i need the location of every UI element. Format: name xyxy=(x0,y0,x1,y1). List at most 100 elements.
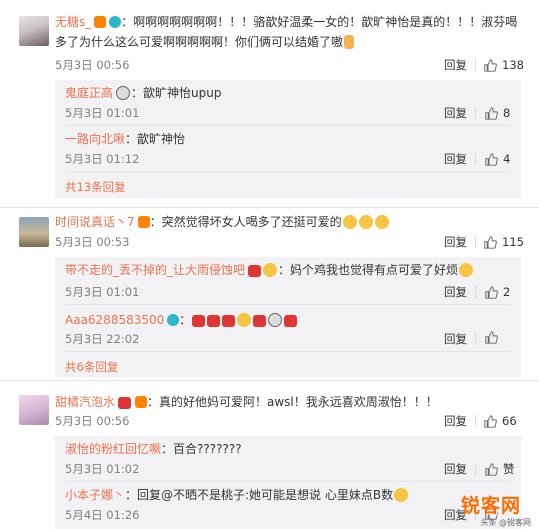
reply-time: 5月3日 01:01 xyxy=(65,106,140,120)
heart-emoji-icon xyxy=(253,315,267,327)
heart-emoji-icon xyxy=(222,315,236,327)
thumbs-up-icon xyxy=(484,58,497,72)
comment-2: 时间说真话丶7 ：突然觉得坏女人喝多了还挺可爱的 5月3日 00:53 回复 11… xyxy=(0,207,539,382)
thumbs-up-icon xyxy=(485,106,498,120)
comment-text: ：啊啊啊啊啊啊啊！！！骆歆好温柔一女的！歆旷神怡是真的！！！淑芬喝 xyxy=(121,15,518,29)
like-count: 66 xyxy=(502,414,517,428)
reply-button[interactable]: 回复 xyxy=(444,151,467,167)
reply-button[interactable]: 回复 xyxy=(444,284,467,300)
clock-emoji-icon xyxy=(268,313,283,327)
reply-divider xyxy=(65,481,511,482)
reply-time: 5月3日 01:01 xyxy=(65,285,140,299)
sticker-emoji-icon xyxy=(237,313,252,327)
reply-divider xyxy=(65,351,511,352)
action-separator xyxy=(475,415,476,427)
like-count: 115 xyxy=(502,235,524,249)
like-count: 4 xyxy=(503,152,511,166)
action-separator xyxy=(475,59,476,71)
avatar[interactable] xyxy=(19,217,49,247)
sunglasses-emoji-icon xyxy=(263,263,278,277)
thumb-emoji-icon xyxy=(344,35,355,49)
action-separator xyxy=(475,153,476,165)
like-button[interactable]: 115 xyxy=(484,234,524,250)
thumbs-up-icon xyxy=(484,235,497,249)
like-button[interactable]: 8 xyxy=(485,105,510,121)
reply-username[interactable]: 鬼庭正高 xyxy=(65,86,113,100)
reply-divider xyxy=(65,304,511,305)
more-replies-link[interactable]: 共13条回复 xyxy=(65,179,126,195)
reply-divider xyxy=(65,125,511,126)
smile-emoji-icon xyxy=(342,215,357,229)
reply-button[interactable]: 回复 xyxy=(444,331,467,347)
comment-username[interactable]: 甜橘汽泡水 xyxy=(55,395,115,409)
reply-text: ：歆旷神怡upup xyxy=(131,86,222,100)
reply-username[interactable]: 淑怡的粉红回忆噘 xyxy=(65,442,161,456)
like-button[interactable]: 2 xyxy=(485,284,510,300)
comment-text-continued: 多了为什么这么可爱啊啊啊啊啊！你们俩可以结婚了嗷 xyxy=(55,35,344,49)
action-separator xyxy=(475,333,476,345)
comment-1: 无糖s_ ：啊啊啊啊啊啊啊！！！骆歆好温柔一女的！歆旷神怡是真的！！！淑芬喝 多了… xyxy=(0,0,539,206)
star-badge-icon xyxy=(118,397,132,409)
reply-text: ：回复@不晒不是桃子:她可能是想说 心里妹点B数 xyxy=(125,488,394,502)
watermark: 锐客网 头条 @锐客网 xyxy=(443,491,533,527)
comment-username[interactable]: 时间说真话丶7 xyxy=(55,215,135,229)
comment-time: 5月3日 00:53 xyxy=(55,235,130,249)
avatar[interactable] xyxy=(19,16,49,46)
reply-username[interactable]: 一路向北啾 xyxy=(65,132,125,146)
reply-time: 5月4日 01:26 xyxy=(65,508,140,522)
reply-text: ：百合??????? xyxy=(161,442,242,456)
reply-button[interactable]: 回复 xyxy=(444,234,467,250)
comment-text: ：真的好他妈可爱阿！awsl！我永远喜欢周淑怡！！！ xyxy=(147,395,438,409)
like-count: 138 xyxy=(502,58,524,72)
star-badge-icon xyxy=(248,265,262,277)
action-separator xyxy=(475,463,476,475)
comment-username[interactable]: 无糖s_ xyxy=(55,15,91,29)
thumbs-up-icon xyxy=(484,414,497,428)
comment-time: 5月3日 00:56 xyxy=(55,58,130,72)
comment-text: ：突然觉得坏女人喝多了还挺可爱的 xyxy=(149,215,342,229)
thumbs-up-icon xyxy=(485,152,498,166)
laugh-emoji-icon xyxy=(459,263,474,277)
sparkle-emoji-icon xyxy=(207,315,221,327)
reply-divider xyxy=(65,171,511,172)
watermark-caption: 头条 @锐客网 xyxy=(480,518,531,527)
action-separator xyxy=(475,236,476,248)
reply-text: ：妈个鸡我也觉得有点可爱了好烦 xyxy=(278,263,459,277)
vip-badge-icon xyxy=(94,16,107,28)
heart-emoji-icon xyxy=(192,315,206,327)
fan-badge-icon xyxy=(167,314,180,326)
reply-button[interactable]: 回复 xyxy=(444,57,467,73)
laugh-emoji-icon xyxy=(394,488,409,502)
heart-emoji-icon xyxy=(284,315,298,327)
reply-button[interactable]: 回复 xyxy=(444,105,467,121)
thumbs-up-icon xyxy=(485,462,498,476)
like-count: 8 xyxy=(503,106,511,120)
more-replies-link[interactable]: 共6条回复 xyxy=(65,359,118,375)
reply-button[interactable]: 回复 xyxy=(444,413,467,429)
comment-time: 5月3日 00:56 xyxy=(55,414,130,428)
reply-time: 5月3日 01:12 xyxy=(65,152,140,166)
reply-username[interactable]: 带不走的_丢不掉的_让大雨侵蚀吧 xyxy=(65,263,245,277)
like-button[interactable]: 138 xyxy=(484,57,524,73)
thumbs-up-icon xyxy=(485,331,498,344)
smile-emoji-icon xyxy=(358,215,373,229)
action-separator xyxy=(475,107,476,119)
watermark-logo: 锐客网 xyxy=(460,495,521,517)
reply-time: 5月3日 01:02 xyxy=(65,462,140,476)
reply-username[interactable]: 小本子娜丶 xyxy=(65,488,125,502)
like-button[interactable]: 66 xyxy=(484,413,517,429)
like-button[interactable]: 4 xyxy=(485,151,510,167)
action-separator xyxy=(475,286,476,298)
reply-button[interactable]: 回复 xyxy=(444,461,467,477)
reply-text: ： xyxy=(179,313,192,327)
vip-badge-icon xyxy=(137,216,150,228)
like-button[interactable]: 赞 xyxy=(485,461,515,477)
replies-panel: 鬼庭正高 ：歆旷神怡upup 5月3日 01:01 回复 8 一路向北啾：歆旷神怡… xyxy=(55,80,521,198)
replies-panel: 带不走的_丢不掉的_让大雨侵蚀吧 ：妈个鸡我也觉得有点可爱了好烦 5月3日 01:… xyxy=(55,257,521,377)
avatar[interactable] xyxy=(19,395,49,425)
fan-badge-icon xyxy=(109,16,122,28)
like-button[interactable] xyxy=(485,331,498,344)
like-count: 2 xyxy=(503,285,511,299)
panda-emoji-icon xyxy=(116,86,131,100)
reply-username[interactable]: Aaa6288583500 xyxy=(65,313,164,327)
